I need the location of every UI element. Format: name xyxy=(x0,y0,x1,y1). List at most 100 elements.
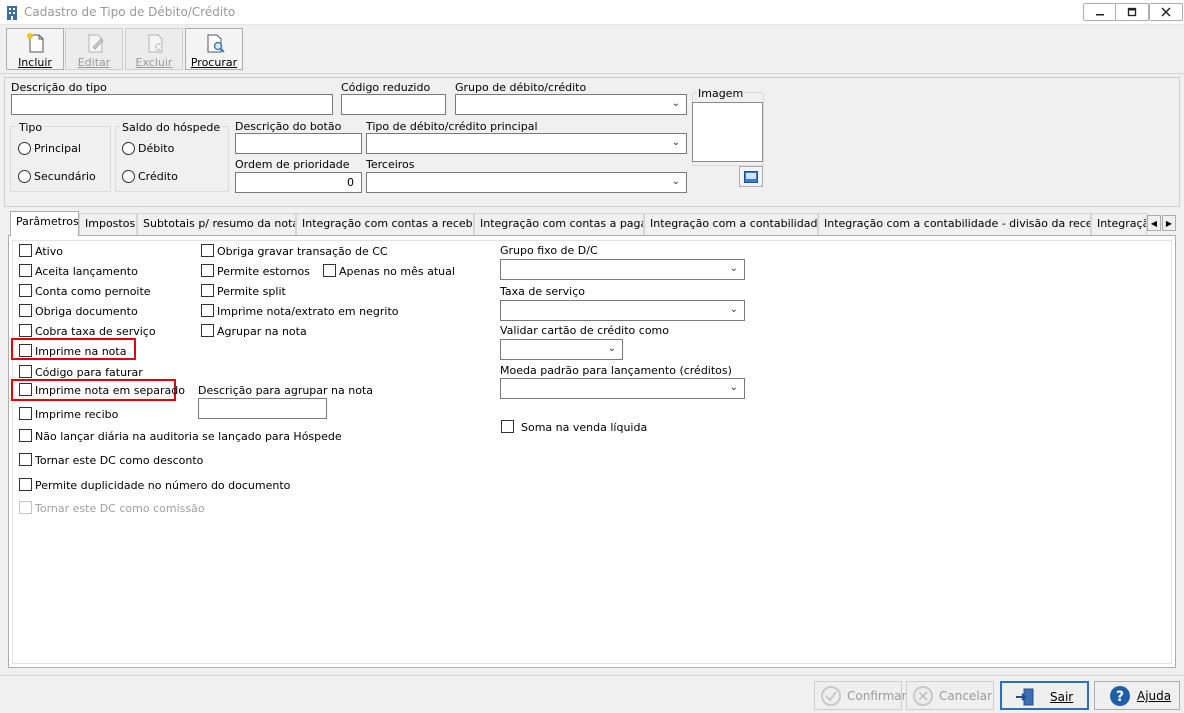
moeda-padrao-label: Moeda padrão para lançamento (créditos) xyxy=(500,364,732,377)
tab-integracao-more[interactable]: Integraçã xyxy=(1091,213,1147,235)
saldo-debito-radio[interactable] xyxy=(122,142,135,155)
building-icon xyxy=(7,6,17,20)
imprime-negrito-checkbox[interactable] xyxy=(201,304,214,317)
permite-estornos-label: Permite estornos xyxy=(217,265,310,278)
saldo-credito-radio[interactable] xyxy=(122,170,135,183)
codigo-faturar-label: Código para faturar xyxy=(35,366,143,379)
close-icon xyxy=(1150,4,1182,20)
conta-pernoite-checkbox[interactable] xyxy=(19,284,32,297)
agrupar-nota-label: Agrupar na nota xyxy=(217,325,307,338)
tab-scroll-left-button[interactable]: ◀ xyxy=(1147,215,1161,231)
aceita-lancamento-checkbox[interactable] xyxy=(19,264,32,277)
arrow-right-icon: ▶ xyxy=(1165,218,1173,228)
tipo-principal-radio[interactable] xyxy=(18,142,31,155)
excluir-label: Excluir xyxy=(135,56,173,69)
codigo-reduzido-input[interactable] xyxy=(341,94,446,115)
tab-parametros[interactable]: Parâmetros xyxy=(10,211,79,236)
tipo-principal-select[interactable]: ⌄ xyxy=(366,133,687,154)
ordem-prioridade-input[interactable]: 0 xyxy=(235,172,362,193)
apenas-mes-atual-checkbox[interactable] xyxy=(323,264,336,277)
obriga-documento-checkbox[interactable] xyxy=(19,304,32,317)
edit-document-icon xyxy=(88,34,104,53)
toolbar-divider xyxy=(0,73,1184,74)
ativo-checkbox[interactable] xyxy=(19,244,32,257)
tipo-secundario-label: Secundário xyxy=(34,170,96,183)
footer-divider xyxy=(0,675,1184,676)
grupo-fixo-select[interactable]: ⌄ xyxy=(500,259,745,280)
procurar-button[interactable]: Procurar xyxy=(185,28,243,70)
validar-cartao-select[interactable]: ⌄ xyxy=(500,339,623,360)
cancelar-button[interactable]: Cancelar xyxy=(906,681,994,710)
tab-integracao-contabilidade[interactable]: Integração com a contabilidade xyxy=(644,213,818,235)
taxa-servico-select[interactable]: ⌄ xyxy=(500,300,745,321)
dc-desconto-label: Tornar este DC como desconto xyxy=(35,454,204,467)
obriga-transacao-cc-label: Obriga gravar transação de CC xyxy=(217,245,388,258)
maximize-button[interactable] xyxy=(1115,3,1149,21)
sair-label: Sair xyxy=(1050,690,1074,704)
tipo-secundario-radio[interactable] xyxy=(18,170,31,183)
codigo-faturar-checkbox[interactable] xyxy=(19,365,32,378)
duplicidade-documento-checkbox[interactable] xyxy=(19,478,32,491)
confirmar-label: Confirmar xyxy=(847,689,907,703)
ajuda-button[interactable]: ? Ajuda xyxy=(1094,681,1180,710)
imprime-recibo-checkbox[interactable] xyxy=(19,407,32,420)
tipo-principal-label: Principal xyxy=(34,142,81,155)
aceita-lancamento-label: Aceita lançamento xyxy=(35,265,138,278)
chevron-down-icon: ⌄ xyxy=(671,176,680,187)
imagem-preview[interactable] xyxy=(692,102,763,162)
ordem-prioridade-value: 0 xyxy=(347,176,354,189)
cobra-taxa-servico-checkbox[interactable] xyxy=(19,324,32,337)
incluir-button[interactable]: Incluir xyxy=(6,28,64,70)
descricao-agrupar-input[interactable] xyxy=(198,398,327,419)
chevron-down-icon: ⌄ xyxy=(607,343,616,354)
tipo-principal-combo-label: Tipo de débito/crédito principal xyxy=(366,120,538,133)
tab-subtotais[interactable]: Subtotais p/ resumo da nota xyxy=(137,213,296,235)
nao-lancar-diaria-label: Não lançar diária na auditoria se lançad… xyxy=(35,430,342,443)
new-document-icon xyxy=(27,33,44,53)
imprime-nota-separado-label: Imprime nota em separado xyxy=(35,384,185,397)
agrupar-nota-checkbox[interactable] xyxy=(201,324,214,337)
imprime-na-nota-checkbox[interactable] xyxy=(19,344,32,357)
editar-button[interactable]: Editar xyxy=(65,28,123,70)
grupo-debito-credito-select[interactable]: ⌄ xyxy=(455,94,687,115)
exit-door-icon xyxy=(1016,688,1034,706)
search-document-icon xyxy=(207,34,225,53)
maximize-icon xyxy=(1116,4,1148,20)
codigo-reduzido-label: Código reduzido xyxy=(341,81,431,94)
tab-scroll-right-button[interactable]: ▶ xyxy=(1162,215,1176,231)
tab-integracao-pagar[interactable]: Integração com contas a pagar xyxy=(474,213,644,235)
permite-split-checkbox[interactable] xyxy=(201,284,214,297)
terceiros-select[interactable]: ⌄ xyxy=(366,172,687,193)
descricao-tipo-input[interactable] xyxy=(11,94,333,115)
excluir-button[interactable]: Excluir xyxy=(125,28,183,70)
tab-integracao-receber[interactable]: Integração com contas a receber xyxy=(296,213,474,235)
descricao-botao-input[interactable] xyxy=(235,133,362,154)
close-button[interactable] xyxy=(1149,3,1183,21)
soma-venda-liquida-label: Soma na venda líquida xyxy=(521,421,648,434)
imprime-nota-separado-checkbox[interactable] xyxy=(19,383,32,396)
tab-impostos[interactable]: Impostos xyxy=(79,213,137,235)
grupo-fixo-label: Grupo fixo de D/C xyxy=(500,244,598,257)
apenas-mes-atual-label: Apenas no mês atual xyxy=(339,265,455,278)
moeda-padrao-select[interactable]: ⌄ xyxy=(500,378,745,399)
chevron-down-icon: ⌄ xyxy=(671,98,680,109)
dc-desconto-checkbox[interactable] xyxy=(19,453,32,466)
sair-button[interactable]: Sair xyxy=(1000,681,1089,710)
nao-lancar-diaria-checkbox[interactable] xyxy=(19,429,32,442)
obriga-transacao-cc-checkbox[interactable] xyxy=(201,244,214,257)
cancelar-label: Cancelar xyxy=(939,689,992,703)
dc-comissao-checkbox[interactable] xyxy=(19,501,32,514)
incluir-label: Incluir xyxy=(18,56,52,69)
chevron-down-icon: ⌄ xyxy=(671,137,680,148)
imagem-select-button[interactable] xyxy=(739,166,763,187)
soma-venda-liquida-checkbox[interactable] xyxy=(501,420,514,433)
terceiros-label: Terceiros xyxy=(366,158,415,171)
confirmar-button[interactable]: Confirmar xyxy=(814,681,907,710)
validar-cartao-label: Validar cartão de crédito como xyxy=(500,324,670,337)
grupo-debito-credito-label: Grupo de débito/crédito xyxy=(455,81,587,94)
permite-estornos-checkbox[interactable] xyxy=(201,264,214,277)
cobra-taxa-servico-label: Cobra taxa de serviço xyxy=(35,325,156,338)
minimize-button[interactable] xyxy=(1083,3,1117,21)
tab-integracao-contabilidade-divisao[interactable]: Integração com a contabilidade - divisão… xyxy=(818,213,1091,235)
chevron-down-icon: ⌄ xyxy=(729,304,738,315)
